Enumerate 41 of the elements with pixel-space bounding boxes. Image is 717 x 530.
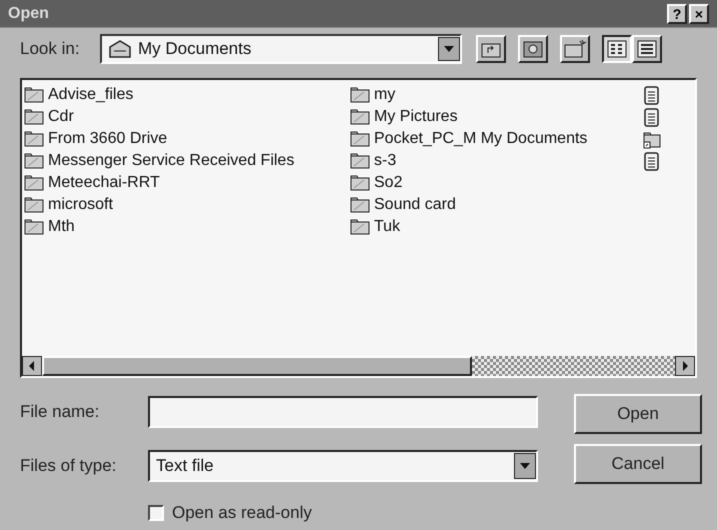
file-item[interactable]: From 3660 Drive — [24, 128, 350, 150]
look-in-value: My Documents — [138, 38, 252, 60]
file-item[interactable]: Meteechai-RRT — [24, 172, 350, 194]
file-type-dropdown[interactable]: Text file — [148, 450, 538, 482]
read-only-label: Open as read-only — [172, 502, 312, 524]
file-item[interactable]: So2 — [350, 172, 643, 194]
file-item[interactable]: my — [350, 84, 643, 106]
text-file-icon — [643, 152, 660, 170]
file-name-field[interactable] — [148, 396, 538, 428]
file-item[interactable]: Mth — [24, 216, 350, 238]
text-file-icon — [643, 108, 660, 126]
list-view-button[interactable] — [602, 35, 632, 63]
scroll-thumb[interactable] — [42, 356, 472, 376]
help-button[interactable]: ? — [667, 4, 687, 24]
cancel-button[interactable]: Cancel — [574, 444, 702, 484]
desktop-button[interactable] — [518, 35, 548, 63]
file-item[interactable]: My Pictures — [350, 106, 643, 128]
file-item[interactable]: Cdr — [24, 106, 350, 128]
look-in-label: Look in: — [20, 38, 81, 60]
file-item[interactable]: microsoft — [24, 194, 350, 216]
window-title: Open — [8, 4, 50, 24]
read-only-checkbox[interactable] — [148, 505, 164, 521]
look-in-dropdown[interactable]: My Documents — [100, 34, 462, 64]
file-item[interactable]: Tuk — [350, 216, 643, 238]
scroll-right-icon[interactable] — [675, 356, 695, 376]
file-item[interactable]: Advise_files — [24, 84, 350, 106]
file-item[interactable]: s-3 — [350, 150, 643, 172]
file-item[interactable]: Pocket_PC_M My Documents — [350, 128, 643, 150]
file-item[interactable]: Sound card — [350, 194, 643, 216]
open-button[interactable]: Open — [574, 394, 702, 434]
scroll-left-icon[interactable] — [22, 356, 42, 376]
new-folder-button[interactable] — [560, 35, 590, 63]
details-view-button[interactable] — [632, 35, 662, 63]
up-folder-button[interactable] — [476, 35, 506, 63]
file-type-label: Files of type: — [20, 455, 118, 478]
file-name-label: File name: — [20, 401, 100, 424]
file-item[interactable]: Messenger Service Received Files — [24, 150, 350, 172]
horizontal-scrollbar[interactable] — [22, 356, 695, 376]
folder-shortcut-icon — [643, 130, 661, 148]
close-button[interactable]: × — [689, 4, 709, 24]
text-file-icon — [643, 86, 660, 104]
